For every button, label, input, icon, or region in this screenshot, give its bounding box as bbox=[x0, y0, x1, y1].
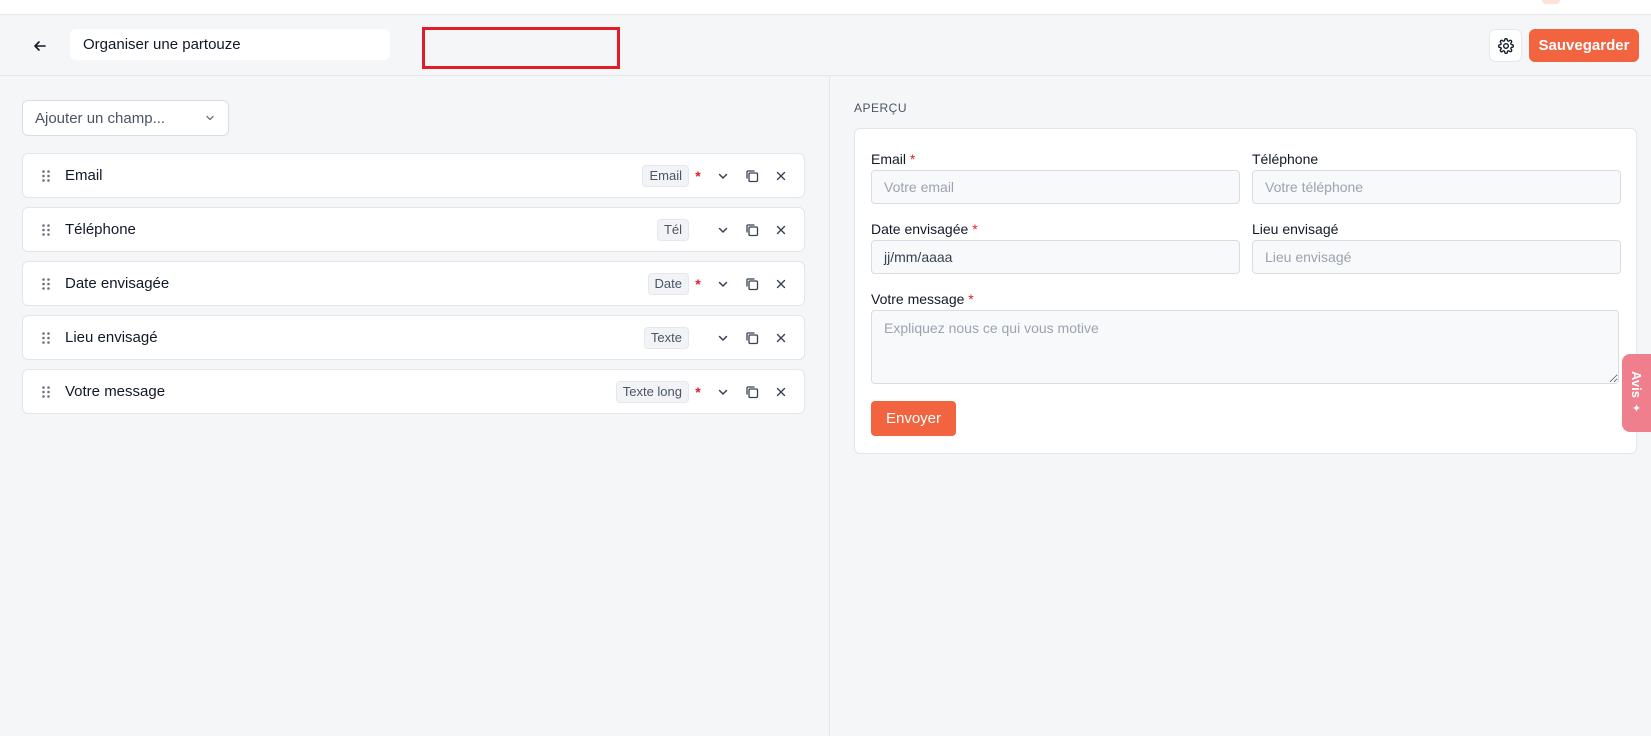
close-icon bbox=[776, 171, 786, 180]
add-field-label: Ajouter un champ... bbox=[35, 109, 166, 127]
top-corner-indicator bbox=[1542, 0, 1560, 4]
field-label: Votre message bbox=[65, 383, 166, 400]
field-row-phone[interactable]: Téléphone Tél bbox=[22, 207, 805, 252]
feedback-tab-label: Avis bbox=[1629, 371, 1644, 398]
preview-email-label-text: Email bbox=[871, 151, 907, 167]
back-button[interactable] bbox=[26, 32, 54, 60]
preview-message-textarea[interactable] bbox=[871, 310, 1619, 384]
chevron-down-icon bbox=[718, 281, 728, 287]
preview-email-input[interactable] bbox=[871, 170, 1240, 204]
field-type-badge: Texte bbox=[643, 326, 689, 349]
remove-field-button[interactable] bbox=[768, 325, 794, 351]
chevron-down-icon bbox=[206, 115, 214, 121]
chevron-down-icon bbox=[718, 389, 728, 395]
form-title-input[interactable] bbox=[70, 29, 390, 60]
field-row-email[interactable]: Email Email * bbox=[22, 153, 805, 198]
field-row-message[interactable]: Votre message Texte long * bbox=[22, 369, 805, 414]
copy-icon bbox=[746, 385, 759, 398]
drag-handle-icon[interactable] bbox=[37, 220, 55, 240]
preview-date-label: Date envisagée * bbox=[871, 221, 978, 237]
top-bar bbox=[0, 0, 1651, 15]
expand-field-button[interactable] bbox=[710, 217, 736, 243]
preview-date-label-text: Date envisagée bbox=[871, 221, 969, 237]
preview-message-label-text: Votre message bbox=[871, 291, 965, 307]
preview-phone-label: Téléphone bbox=[1252, 151, 1319, 167]
feedback-tab[interactable]: Avis ✦ bbox=[1622, 354, 1651, 432]
field-type-badge: Texte long bbox=[615, 380, 689, 403]
highlight-box bbox=[422, 27, 620, 69]
required-indicator: * bbox=[695, 167, 701, 184]
expand-field-button[interactable] bbox=[710, 271, 736, 297]
field-list: Email Email * Téléphone Tél Date envisag… bbox=[22, 153, 805, 423]
chevron-down-icon bbox=[718, 335, 728, 341]
field-label: Lieu envisagé bbox=[65, 329, 158, 346]
remove-field-button[interactable] bbox=[768, 217, 794, 243]
sparkle-icon: ✦ bbox=[1631, 402, 1642, 415]
preview-date-input[interactable]: jj/mm/aaaa bbox=[871, 240, 1240, 274]
copy-icon bbox=[746, 223, 759, 236]
remove-field-button[interactable] bbox=[768, 379, 794, 405]
duplicate-field-button[interactable] bbox=[739, 163, 765, 189]
preview-card: Email * Téléphone Date envisagée * jj/mm… bbox=[854, 128, 1637, 454]
field-type-badge: Date bbox=[647, 272, 689, 295]
chevron-down-icon bbox=[718, 227, 728, 233]
preview-place-input[interactable] bbox=[1252, 240, 1621, 274]
field-label: Email bbox=[65, 167, 103, 184]
remove-field-button[interactable] bbox=[768, 271, 794, 297]
required-star: * bbox=[972, 221, 978, 237]
close-icon bbox=[776, 387, 786, 396]
drag-handle-icon[interactable] bbox=[37, 166, 55, 186]
close-icon bbox=[776, 225, 786, 234]
field-type-badge: Tél bbox=[656, 218, 689, 241]
preview-message-label: Votre message * bbox=[871, 291, 974, 307]
duplicate-field-button[interactable] bbox=[739, 379, 765, 405]
required-star: * bbox=[968, 291, 974, 307]
copy-icon bbox=[746, 169, 759, 182]
arrow-left-icon bbox=[34, 41, 46, 51]
preview-email-label: Email * bbox=[871, 151, 915, 167]
gear-icon bbox=[1497, 37, 1514, 54]
preview-phone-input[interactable] bbox=[1252, 170, 1621, 204]
close-icon bbox=[776, 279, 786, 288]
field-label: Téléphone bbox=[65, 221, 136, 238]
field-row-date[interactable]: Date envisagée Date * bbox=[22, 261, 805, 306]
duplicate-field-button[interactable] bbox=[739, 325, 765, 351]
copy-icon bbox=[746, 331, 759, 344]
send-button[interactable]: Envoyer bbox=[871, 401, 956, 436]
add-field-select[interactable]: Ajouter un champ... bbox=[22, 100, 229, 136]
drag-handle-icon[interactable] bbox=[37, 382, 55, 402]
required-indicator: * bbox=[695, 383, 701, 400]
chevron-down-icon bbox=[718, 173, 728, 179]
expand-field-button[interactable] bbox=[710, 163, 736, 189]
drag-handle-icon[interactable] bbox=[37, 328, 55, 348]
settings-button[interactable] bbox=[1489, 29, 1522, 62]
field-row-place[interactable]: Lieu envisagé Texte bbox=[22, 315, 805, 360]
preview-place-label: Lieu envisagé bbox=[1252, 221, 1339, 237]
drag-handle-icon[interactable] bbox=[37, 274, 55, 294]
required-star: * bbox=[909, 151, 916, 167]
expand-field-button[interactable] bbox=[710, 325, 736, 351]
close-icon bbox=[776, 333, 786, 342]
expand-field-button[interactable] bbox=[710, 379, 736, 405]
duplicate-field-button[interactable] bbox=[739, 217, 765, 243]
field-type-badge: Email bbox=[642, 164, 689, 187]
preview-title: APERÇU bbox=[854, 101, 908, 115]
required-indicator: * bbox=[695, 275, 701, 292]
remove-field-button[interactable] bbox=[768, 163, 794, 189]
copy-icon bbox=[746, 277, 759, 290]
panel-divider bbox=[829, 76, 830, 736]
editor-header: Sauvegarder bbox=[0, 15, 1651, 76]
save-button[interactable]: Sauvegarder bbox=[1529, 29, 1639, 62]
duplicate-field-button[interactable] bbox=[739, 271, 765, 297]
field-label: Date envisagée bbox=[65, 275, 170, 292]
